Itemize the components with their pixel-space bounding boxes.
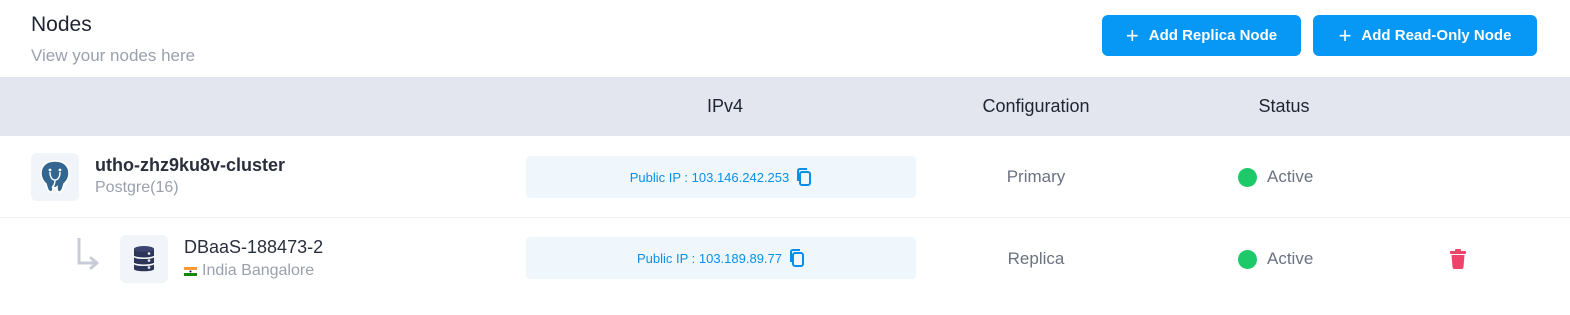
table-header: IPv4 Configuration Status: [0, 77, 1570, 136]
status-label: Active: [1267, 167, 1314, 186]
plus-icon: +: [1125, 22, 1139, 48]
column-header-status: Status: [1258, 96, 1310, 116]
page-subtitle: View your nodes here: [31, 46, 196, 65]
tree-branch-icon: [77, 238, 99, 270]
node-configuration: Primary: [1006, 167, 1066, 186]
status-dot-icon: [1238, 167, 1257, 187]
column-header-configuration: Configuration: [982, 96, 1090, 116]
public-ip-text: Public IP : 103.189.89.77: [636, 250, 783, 266]
database-icon: [120, 235, 168, 283]
add-read-only-node-label: Add Read-Only Node: [1361, 27, 1512, 44]
page-header: Nodes View your nodes here + Add Replica…: [0, 0, 1570, 77]
add-read-only-node-button[interactable]: + Add Read-Only Node: [1313, 15, 1537, 56]
copy-icon[interactable]: [789, 249, 805, 267]
page-title: Nodes: [31, 13, 92, 36]
node-name[interactable]: DBaaS-188473-2: [184, 237, 323, 258]
node-configuration: Replica: [1007, 249, 1065, 268]
public-ip-text: Public IP : 103.146.242.253: [629, 169, 790, 185]
public-ip-box: Public IP : 103.189.89.77: [526, 237, 916, 279]
plus-icon: +: [1338, 22, 1352, 48]
node-engine: Postgre(16): [95, 179, 179, 197]
node-location: India Bangalore: [184, 262, 314, 280]
table-row: DBaaS-188473-2 India Bangalore Public IP…: [0, 218, 1570, 300]
public-ip-box: Public IP : 103.146.242.253: [526, 156, 916, 198]
node-name[interactable]: utho-zhz9ku8v-cluster: [95, 155, 285, 176]
node-engine-label: Postgre(16): [95, 179, 179, 196]
add-replica-node-label: Add Replica Node: [1148, 27, 1278, 44]
trash-icon[interactable]: [1449, 249, 1467, 269]
status-dot-icon: [1238, 249, 1257, 269]
status-badge: Active: [1238, 136, 1313, 218]
india-flag-icon: [184, 266, 197, 276]
copy-icon[interactable]: [796, 168, 812, 186]
column-header-ipv4: IPv4: [706, 96, 744, 116]
node-location-label: India Bangalore: [202, 262, 315, 279]
add-replica-node-button[interactable]: + Add Replica Node: [1102, 15, 1301, 56]
table-row: utho-zhz9ku8v-cluster Postgre(16) Public…: [0, 136, 1570, 218]
status-label: Active: [1267, 249, 1314, 268]
status-badge: Active: [1238, 218, 1313, 300]
postgres-elephant-icon: [31, 153, 79, 201]
